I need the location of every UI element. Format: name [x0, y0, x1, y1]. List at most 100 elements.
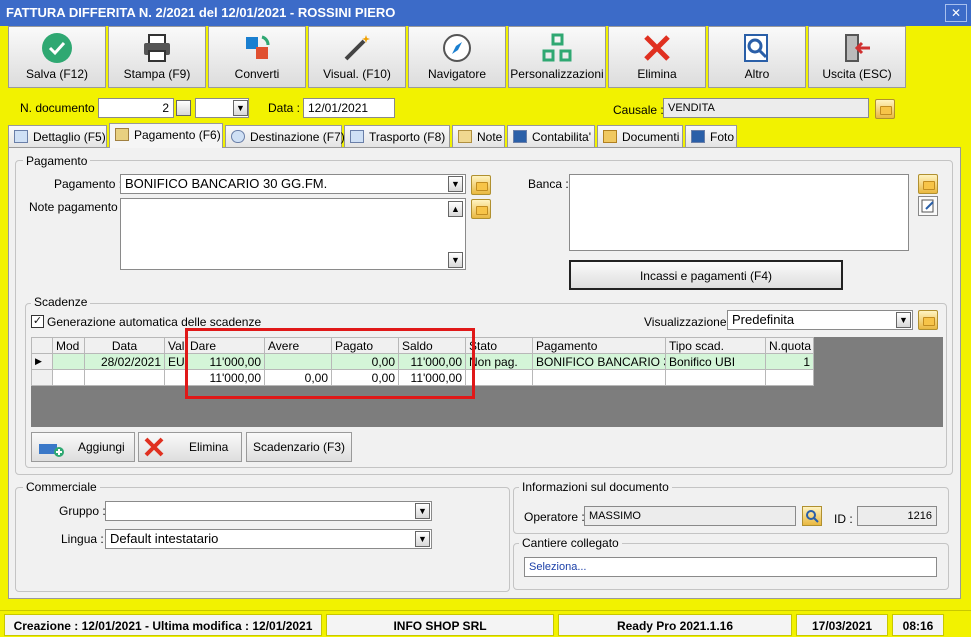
convert-button[interactable]: Converti	[208, 26, 306, 88]
view-button[interactable]: Visual. (F10)	[308, 26, 406, 88]
bank-edit-icon[interactable]	[918, 196, 938, 216]
visualizzazione-label: Visualizzazione :	[644, 315, 734, 329]
col-tipo-scad[interactable]: Tipo scad.	[665, 337, 766, 354]
cell-pagamento[interactable]: BONIFICO BANCARIO 3...	[532, 353, 666, 370]
tab-dettaglio[interactable]: Dettaglio (F5)	[8, 125, 107, 147]
add-card-icon	[38, 439, 64, 467]
cantiere-select[interactable]: Seleziona...	[524, 557, 937, 577]
notes-scroll-down-icon[interactable]: ▼	[448, 252, 463, 268]
id-input[interactable]: 1216	[857, 506, 937, 526]
date-label: Data :	[268, 101, 301, 115]
tab-documenti[interactable]: Documenti	[597, 125, 683, 147]
payment-notes-label: Note pagamento :	[29, 200, 125, 214]
tab-pagamento-label: Pagamento (F6)	[134, 128, 221, 142]
doc-number-spin-button[interactable]	[176, 100, 191, 116]
exit-door-icon	[809, 27, 905, 67]
operatore-search-icon[interactable]	[802, 506, 822, 526]
window-title: FATTURA DIFFERITA N. 2/2021 del 12/01/20…	[0, 0, 971, 26]
pagamento-group-title: Pagamento	[23, 154, 91, 168]
print-button[interactable]: Stampa (F9)	[108, 26, 206, 88]
bank-textarea[interactable]	[569, 174, 909, 251]
status-bar: Creazione : 12/01/2021 - Ultima modifica…	[0, 610, 971, 637]
gruppo-dropdown-icon[interactable]: ▼	[415, 503, 430, 519]
doc-number-input[interactable]: 2	[98, 98, 174, 118]
more-label: Altro	[744, 67, 770, 81]
cell-tipo-scad[interactable]: Bonifico UBI	[665, 353, 766, 370]
add-scadenza-button[interactable]: Aggiungi	[31, 432, 135, 462]
totals-pagamento	[532, 369, 666, 386]
cell-stato[interactable]: Non pag.	[465, 353, 533, 370]
doc-series-dropdown-icon[interactable]: ▼	[233, 100, 248, 116]
tab-foto[interactable]: Foto	[685, 125, 737, 147]
date-input[interactable]: 12/01/2021	[303, 98, 395, 118]
tab-trasporto[interactable]: Trasporto (F8)	[344, 125, 450, 147]
lingua-label: Lingua :	[61, 532, 104, 546]
navigator-button[interactable]: Navigatore	[408, 26, 506, 88]
save-label: Salva (F12)	[25, 67, 89, 81]
window-close-button[interactable]: ✕	[945, 4, 967, 22]
tab-destinazione-label: Destinazione (F7)	[250, 130, 345, 144]
payment-folder-icon[interactable]	[471, 175, 491, 195]
col-val[interactable]: Val	[164, 337, 187, 354]
add-scadenza-label: Aggiungi	[78, 440, 125, 454]
causale-input[interactable]: VENDITA	[663, 98, 869, 118]
totals-mod	[52, 369, 85, 386]
col-data[interactable]: Data	[84, 337, 165, 354]
incassi-pagamenti-button[interactable]: Incassi e pagamenti (F4)	[569, 260, 843, 290]
delete-scadenza-button[interactable]: Elimina	[138, 432, 242, 462]
payment-select[interactable]: BONIFICO BANCARIO 30 GG.FM.	[120, 174, 466, 194]
ledger-icon	[513, 130, 527, 143]
col-nquota[interactable]: N.quota	[765, 337, 814, 354]
cantiere-group-title: Cantiere collegato	[519, 536, 622, 550]
lingua-dropdown-icon[interactable]: ▼	[415, 531, 430, 547]
tab-pagamento[interactable]: Pagamento (F6)	[109, 123, 223, 148]
doc-number-label: N. documento :	[20, 101, 102, 115]
save-check-icon	[9, 27, 105, 67]
tab-destinazione[interactable]: Destinazione (F7)	[225, 125, 345, 147]
scadenzario-button[interactable]: Scadenzario (F3)	[246, 432, 352, 462]
visualizzazione-folder-icon[interactable]	[918, 310, 938, 330]
customize-button[interactable]: Personalizzazioni	[508, 26, 606, 88]
payment-dropdown-icon[interactable]: ▼	[448, 176, 463, 192]
delete-button[interactable]: Elimina	[608, 26, 706, 88]
convert-label: Converti	[234, 67, 280, 81]
gruppo-select[interactable]	[105, 501, 432, 521]
visualizzazione-select[interactable]: Predefinita	[727, 310, 913, 330]
col-pagamento[interactable]: Pagamento	[532, 337, 666, 354]
commerciale-group-title: Commerciale	[23, 480, 100, 494]
cell-mod[interactable]	[52, 353, 85, 370]
scadenze-grid: Mod Data Val Dare Avere Pagato Saldo Sta…	[31, 337, 943, 427]
camera-icon	[691, 130, 705, 143]
compass-icon	[409, 27, 505, 67]
exit-button[interactable]: Uscita (ESC)	[808, 26, 906, 88]
table-icon	[14, 130, 28, 143]
magic-wand-icon	[309, 27, 405, 67]
visualizzazione-dropdown-icon[interactable]: ▼	[896, 312, 911, 328]
auto-scadenze-checkbox[interactable]: ✓	[31, 315, 44, 328]
customize-label: Personalizzazioni	[510, 67, 604, 81]
cell-nquota[interactable]: 1	[765, 353, 814, 370]
tab-note[interactable]: Note	[452, 125, 505, 147]
save-button[interactable]: Salva (F12)	[8, 26, 106, 88]
auto-scadenze-label: Generazione automatica delle scadenze	[47, 315, 262, 329]
operatore-input[interactable]: MASSIMO	[584, 506, 796, 526]
payment-label: Pagamento :	[54, 177, 123, 191]
causale-folder-icon[interactable]	[875, 99, 895, 119]
notes-scroll-up-icon[interactable]: ▲	[448, 201, 463, 217]
status-company: INFO SHOP SRL	[326, 614, 554, 636]
cell-val[interactable]: EU	[164, 353, 187, 370]
search-doc-icon	[709, 27, 805, 67]
tab-contabilita[interactable]: Contabilita'	[507, 125, 595, 147]
more-button[interactable]: Altro	[708, 26, 806, 88]
col-mod[interactable]: Mod	[52, 337, 85, 354]
bank-folder-icon[interactable]	[918, 174, 938, 194]
notes-folder-icon[interactable]	[471, 199, 491, 219]
info-group-title: Informazioni sul documento	[519, 480, 672, 494]
cell-data[interactable]: 28/02/2021	[84, 353, 165, 370]
status-time: 08:16	[892, 614, 944, 636]
tab-trasporto-label: Trasporto (F8)	[369, 130, 446, 144]
col-stato[interactable]: Stato	[465, 337, 533, 354]
payment-notes-textarea[interactable]	[120, 198, 466, 270]
highlight-box	[185, 328, 475, 399]
lingua-select[interactable]: Default intestatario	[105, 529, 432, 549]
